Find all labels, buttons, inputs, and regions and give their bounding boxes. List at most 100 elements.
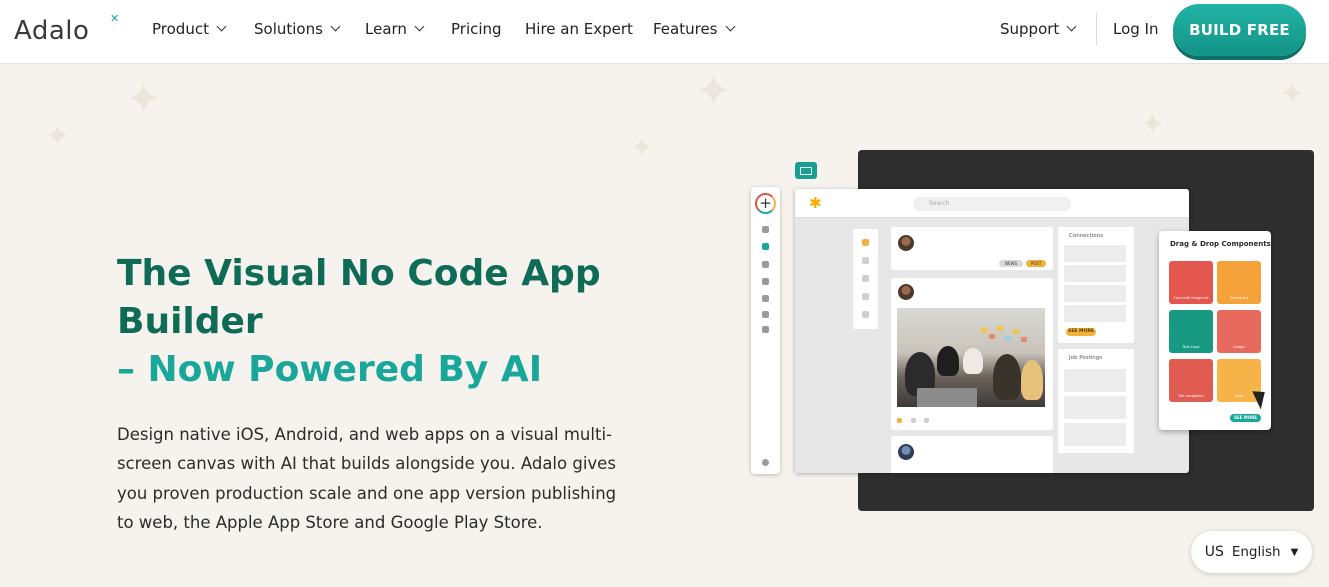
- app-logo-icon: ✱: [809, 194, 822, 212]
- login-link[interactable]: Log In: [1113, 0, 1159, 58]
- nav-item-label: Support: [1000, 20, 1060, 38]
- component-tile: Simple list: [1217, 261, 1261, 304]
- language-label: English: [1231, 544, 1281, 560]
- language-selector[interactable]: US English ▼: [1191, 531, 1312, 573]
- nav-item-label: Learn: [365, 20, 407, 38]
- list-item: [1064, 369, 1126, 392]
- settings-icon: [762, 278, 769, 285]
- home-icon: [862, 239, 869, 246]
- tag-pill: NEWS: [999, 260, 1023, 267]
- job-postings-label: Job Postings: [1069, 355, 1103, 361]
- monitor-icon: [795, 162, 817, 179]
- nav-item-support[interactable]: Support: [1000, 0, 1077, 58]
- feed-card: [891, 436, 1053, 473]
- feed-card-photo: [891, 278, 1053, 430]
- chevron-down-icon: [216, 21, 227, 32]
- component-label: Text input: [1182, 345, 1200, 349]
- login-label: Log In: [1113, 20, 1159, 38]
- chevron-down-icon: [725, 21, 735, 32]
- component-label: Simple list: [1229, 296, 1249, 300]
- build-free-label: BUILD FREE: [1189, 21, 1290, 39]
- nav-item-pricing[interactable]: Pricing: [451, 0, 502, 58]
- component-tile: Card with image list: [1169, 261, 1213, 304]
- nav-item-solutions[interactable]: Solutions: [254, 0, 341, 58]
- adalo-logo[interactable]: Adalo ✕: [14, 12, 119, 48]
- chart-icon: [762, 311, 769, 318]
- comment-icon: [911, 418, 916, 423]
- chevron-down-icon: [414, 21, 425, 32]
- avatar: [898, 284, 914, 300]
- logo-spark-icon: ✕: [110, 12, 120, 25]
- nav-divider: [1096, 13, 1097, 45]
- screens-icon: [762, 243, 769, 250]
- copy-icon: [762, 326, 769, 333]
- nav-item-label: Features: [653, 20, 718, 38]
- hero-description: Design native iOS, Android, and web apps…: [117, 425, 617, 532]
- tag-pill: POST: [1026, 260, 1046, 267]
- decorative-star-icon: ✦: [695, 66, 732, 117]
- component-tile: Image: [1217, 310, 1261, 353]
- component-label: Image: [1233, 345, 1245, 349]
- chevron-down-icon: [330, 21, 341, 32]
- avatar: [898, 444, 914, 460]
- nav-item-label: Pricing: [451, 20, 502, 38]
- analytics-icon: [762, 295, 769, 302]
- component-tile: Text input: [1169, 310, 1213, 353]
- logo-text: Adalo: [14, 16, 90, 46]
- help-icon: [762, 459, 769, 466]
- nav-item-features[interactable]: Features: [653, 0, 735, 58]
- chat-icon: [862, 257, 869, 264]
- dnd-see-more-button: SEE MORE: [1230, 414, 1261, 422]
- top-nav: Adalo ✕ Product Solutions Learn Pricing …: [0, 0, 1329, 64]
- feed-card: NEWS POST: [891, 227, 1053, 270]
- nav-item-label: Product: [152, 20, 209, 38]
- avatar: [898, 235, 914, 251]
- briefcase-icon: [862, 275, 869, 282]
- component-tile: Tab navigation: [1169, 359, 1213, 402]
- build-free-button[interactable]: BUILD FREE: [1173, 4, 1306, 56]
- list-item: [1064, 285, 1126, 302]
- component-label: Card with image list: [1173, 296, 1209, 300]
- country-code: US: [1204, 544, 1224, 560]
- connections-label: Connections: [1069, 233, 1103, 239]
- list-item: [1064, 305, 1126, 322]
- list-item: [1064, 423, 1126, 446]
- dnd-title: Drag & Drop Components: [1170, 240, 1271, 248]
- builder-canvas: ✱ Search NEWS POST Connections SEE MORE …: [795, 189, 1189, 473]
- hero-headline: The Visual No Code App Builder – Now Pow…: [117, 250, 637, 394]
- decorative-star-icon: ✦: [1140, 107, 1166, 142]
- nav-item-learn[interactable]: Learn: [365, 0, 425, 58]
- caret-down-icon: ▼: [1290, 546, 1299, 558]
- drag-drop-components-panel: Drag & Drop Components Card with image l…: [1159, 231, 1271, 430]
- list-item: [1064, 396, 1126, 419]
- decorative-star-icon: ✦: [630, 131, 654, 164]
- builder-toolbar: +: [751, 187, 780, 474]
- canvas-search-bar: Search: [913, 197, 1071, 211]
- see-more-button: SEE MORE: [1066, 328, 1096, 336]
- palette-icon: [762, 226, 769, 233]
- like-icon: [897, 418, 902, 423]
- decorative-star-icon: ✦: [45, 119, 71, 154]
- lock-icon: [762, 261, 769, 268]
- list-item: [1064, 265, 1126, 282]
- nav-item-hire-an-expert[interactable]: Hire an Expert: [525, 0, 633, 58]
- add-component-icon: +: [755, 193, 776, 214]
- nav-item-product[interactable]: Product: [152, 0, 227, 58]
- nav-item-label: Hire an Expert: [525, 20, 633, 38]
- gear-icon: [862, 311, 869, 318]
- team-meeting-photo: [897, 308, 1045, 407]
- app-side-nav: [853, 229, 878, 329]
- chevron-down-icon: [1066, 21, 1077, 32]
- connections-card: Connections SEE MORE: [1058, 227, 1134, 343]
- job-postings-card: Job Postings: [1058, 349, 1134, 453]
- list-item: [1064, 245, 1126, 262]
- decorative-star-icon: ✦: [1280, 77, 1306, 112]
- headline-line-1: The Visual No Code App Builder: [117, 253, 601, 342]
- nav-item-label: Solutions: [254, 20, 323, 38]
- component-label: Tab navigation: [1178, 394, 1204, 398]
- canvas-header: ✱ Search: [795, 189, 1189, 218]
- share-icon: [924, 418, 929, 423]
- person-icon: [862, 293, 869, 300]
- headline-line-2: – Now Powered By AI: [117, 349, 543, 390]
- decorative-star-icon: ✦: [125, 74, 162, 125]
